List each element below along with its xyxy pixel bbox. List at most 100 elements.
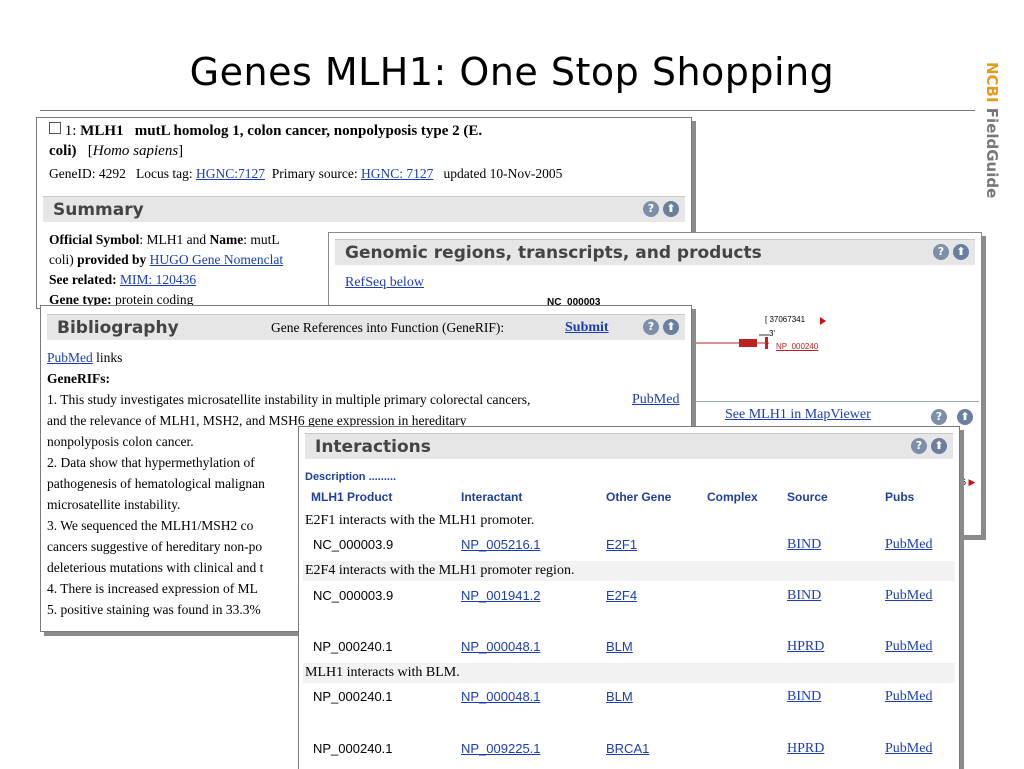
title-divider <box>40 110 975 111</box>
up-arrow-icon[interactable]: ⬆ <box>663 319 679 335</box>
help-icon[interactable]: ? <box>643 319 659 335</box>
official-symbol-label: Official Symbol <box>49 232 140 247</box>
gene-species: Homo sapiens <box>92 143 179 159</box>
interaction-description: E2F4 interacts with the MLH1 promoter re… <box>305 563 575 578</box>
source-link[interactable]: BIND <box>787 689 821 705</box>
help-icon[interactable]: ? <box>933 244 949 260</box>
coli-text: coli) <box>49 252 74 267</box>
column-header: Complex <box>707 490 758 504</box>
brand-fieldguide: FieldGuide <box>983 102 1001 199</box>
other-gene-link[interactable]: E2F1 <box>606 537 637 552</box>
product-link[interactable]: NP_000240 <box>776 342 818 351</box>
interactant-link[interactable]: NP_009225.1 <box>461 741 541 756</box>
genomic-header: Genomic regions, transcripts, and produc… <box>335 239 975 265</box>
select-checkbox[interactable] <box>49 122 61 134</box>
up-arrow-icon[interactable]: ⬆ <box>663 201 679 217</box>
generif-line: microsatellite instability. <box>47 497 181 512</box>
gene-meta-line: GeneID: 4292 Locus tag: HGNC:7127 Primar… <box>49 166 562 182</box>
interactions-panel: Interactions ? ⬆ Description ......... M… <box>298 426 960 769</box>
interaction-description: MLH1 interacts with BLM. <box>305 665 460 680</box>
primary-source-link[interactable]: HGNC: 7127 <box>361 166 433 181</box>
pubs-link[interactable]: PubMed <box>885 639 932 655</box>
right-marker-arrow: ▶ <box>968 477 976 487</box>
column-header: Interactant <box>461 490 523 504</box>
column-header: Pubs <box>885 490 915 504</box>
interactions-header: Interactions ? ⬆ <box>305 433 953 459</box>
provided-by-line: coli) provided by HUGO Gene Nomenclat <box>49 252 283 268</box>
pubs-link[interactable]: PubMed <box>885 741 932 757</box>
pubs-link[interactable]: PubMed <box>885 689 932 705</box>
column-header: Source <box>787 490 828 504</box>
interactant-link[interactable]: NP_005216.1 <box>461 537 541 552</box>
interaction-product: NC_000003.9 <box>313 537 394 552</box>
gene-title-line: 1: MLH1 mutL homolog 1, colon cancer, no… <box>49 122 482 140</box>
gene-name-cont: coli) <box>49 143 77 159</box>
slide-title: Genes MLH1: One Stop Shopping <box>189 50 835 94</box>
pubs-link[interactable]: PubMed <box>885 588 932 604</box>
help-icon[interactable]: ? <box>931 409 947 425</box>
bibliography-header: Bibliography Gene References into Functi… <box>47 314 685 340</box>
source-link[interactable]: BIND <box>787 588 821 604</box>
gene-symbol: MLH1 <box>80 123 124 139</box>
other-gene-link[interactable]: BRCA1 <box>606 741 649 756</box>
primary-source-label: Primary source: <box>271 166 358 181</box>
interactant-link[interactable]: NP_000048.1 <box>461 639 541 654</box>
generif-label: Gene References into Function (GeneRIF): <box>271 320 505 335</box>
generif-line: 3. We sequenced the MLH1/MSH2 co <box>47 518 254 533</box>
help-icon[interactable]: ? <box>643 201 659 217</box>
mapviewer-link[interactable]: See MLH1 in MapViewer <box>725 407 871 423</box>
gene-name: mutL homolog 1, colon cancer, nonpolypos… <box>134 123 483 139</box>
locus-link[interactable]: HGNC:7127 <box>196 166 265 181</box>
source-link[interactable]: HPRD <box>787 639 824 655</box>
gene-index: 1: <box>64 123 77 139</box>
interaction-product: NP_000240.1 <box>313 689 393 704</box>
generif-line: 2. Data show that hypermethylation of <box>47 455 255 470</box>
official-symbol-value: : MLH1 and <box>139 232 207 247</box>
generif-line: pathogenesis of hematological malignan <box>47 476 265 491</box>
source-link[interactable]: BIND <box>787 537 821 553</box>
strand-label: 3' <box>769 329 775 338</box>
submit-link[interactable]: Submit <box>565 315 609 341</box>
official-symbol-line: Official Symbol: MLH1 and Name: mutL <box>49 232 280 248</box>
pubmed-link[interactable]: PubMed <box>47 350 93 365</box>
hugo-link[interactable]: HUGO Gene Nomenclat <box>150 252 283 267</box>
summary-title: Summary <box>53 200 144 220</box>
brand-ncbi: NCBI <box>983 62 1001 103</box>
genomic-title: Genomic regions, transcripts, and produc… <box>345 243 762 263</box>
up-arrow-icon[interactable]: ⬆ <box>953 244 969 260</box>
name-value: : mutL <box>243 232 280 247</box>
other-gene-link[interactable]: BLM <box>606 689 633 704</box>
generif-pubmed-link[interactable]: PubMed <box>632 392 679 408</box>
up-arrow-icon[interactable]: ⬆ <box>931 438 947 454</box>
other-gene-link[interactable]: E2F4 <box>606 588 637 603</box>
up-arrow-icon[interactable]: ⬆ <box>957 409 973 425</box>
pubs-link[interactable]: PubMed <box>885 537 932 553</box>
generif-line: 4. There is increased expression of ML <box>47 581 258 596</box>
generif-line: cancers suggestive of hereditary non-po <box>47 539 263 554</box>
interactant-link[interactable]: NP_001941.2 <box>461 588 541 603</box>
geneid-label: GeneID: <box>49 166 96 181</box>
summary-header: Summary ? ⬆ <box>43 196 685 222</box>
other-gene-link[interactable]: BLM <box>606 639 633 654</box>
column-header: MLH1 Product <box>311 490 393 504</box>
exon-mark <box>739 339 757 347</box>
name-label: Name <box>209 232 244 247</box>
side-brand: NCBI FieldGuide <box>983 62 1013 232</box>
interactions-title: Interactions <box>315 437 431 457</box>
generif-line: deleterious mutations with clinical and … <box>47 560 264 575</box>
see-related-label: See related: <box>49 272 117 287</box>
help-icon[interactable]: ? <box>911 438 927 454</box>
bibliography-title: Bibliography <box>57 318 179 338</box>
mim-link[interactable]: MIM: 120436 <box>120 272 196 287</box>
interaction-description: E2F1 interacts with the MLH1 promoter. <box>305 513 535 528</box>
exon-mark <box>765 337 768 349</box>
pubmed-links-line: PubMed links <box>47 350 122 366</box>
see-related-line: See related: MIM: 120436 <box>49 272 196 288</box>
source-link[interactable]: HPRD <box>787 741 824 757</box>
coordinate-label: [ 37067341 <box>765 315 806 324</box>
generifs-label: GeneRIFs: <box>47 371 110 386</box>
interactant-link[interactable]: NP_000048.1 <box>461 689 541 704</box>
refseq-below-link[interactable]: RefSeq below <box>345 275 424 291</box>
generif-line: nonpolyposis colon cancer. <box>47 434 194 449</box>
strand-arrow <box>820 317 826 325</box>
